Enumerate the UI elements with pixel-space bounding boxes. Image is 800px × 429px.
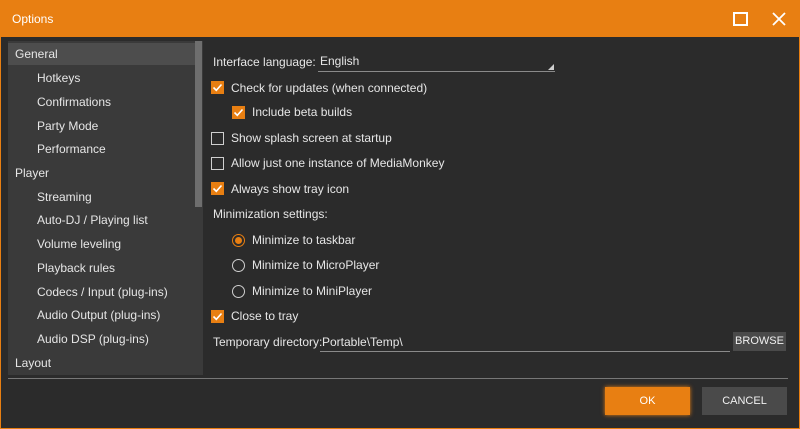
sidebar-item-audio-output[interactable]: Audio Output (plug-ins)	[8, 304, 195, 326]
sidebar-item-layout[interactable]: Layout	[8, 352, 195, 374]
check-updates-checkbox[interactable]	[211, 81, 224, 94]
tray-icon-checkbox[interactable]	[211, 182, 224, 195]
options-dialog: Options General Hotkeys Confirmations Pa…	[0, 0, 800, 429]
minimize-microplayer-label[interactable]: Minimize to MicroPlayer	[252, 255, 379, 275]
splash-checkbox[interactable]	[211, 132, 224, 145]
close-icon[interactable]	[769, 9, 789, 29]
splash-label[interactable]: Show splash screen at startup	[231, 128, 392, 148]
options-sidebar: General Hotkeys Confirmations Party Mode…	[8, 41, 203, 375]
sidebar-item-volume-leveling[interactable]: Volume leveling	[8, 233, 195, 255]
footer-divider	[8, 378, 788, 379]
include-beta-label[interactable]: Include beta builds	[252, 102, 352, 122]
minimize-miniplayer-label[interactable]: Minimize to MiniPlayer	[252, 281, 372, 301]
sidebar-scrollbar[interactable]	[195, 41, 202, 207]
temp-dir-value: Portable\Temp\	[322, 335, 403, 349]
minimize-miniplayer-radio[interactable]	[232, 285, 245, 298]
single-instance-checkbox[interactable]	[211, 157, 224, 170]
language-label: Interface language:	[213, 55, 316, 69]
ok-button[interactable]: OK	[605, 387, 690, 415]
language-value: English	[320, 54, 360, 68]
check-updates-label[interactable]: Check for updates (when connected)	[231, 78, 427, 98]
minimization-label: Minimization settings:	[213, 207, 328, 221]
include-beta-checkbox[interactable]	[232, 106, 245, 119]
single-instance-label[interactable]: Allow just one instance of MediaMonkey	[231, 153, 444, 173]
title-bar: Options	[1, 1, 799, 37]
sidebar-item-confirmations[interactable]: Confirmations	[8, 91, 195, 113]
sidebar-item-codecs[interactable]: Codecs / Input (plug-ins)	[8, 281, 195, 303]
language-select[interactable]: English	[318, 52, 555, 72]
cancel-button[interactable]: CANCEL	[702, 387, 787, 415]
sidebar-item-performance[interactable]: Performance	[8, 138, 195, 160]
minimize-microplayer-radio[interactable]	[232, 259, 245, 272]
temp-dir-input[interactable]: Portable\Temp\	[320, 333, 730, 352]
sidebar-item-playback-rules[interactable]: Playback rules	[8, 257, 195, 279]
sidebar-item-player[interactable]: Player	[8, 162, 195, 184]
minimize-taskbar-radio[interactable]	[232, 234, 245, 247]
window-title: Options	[12, 12, 54, 26]
minimize-taskbar-label[interactable]: Minimize to taskbar	[252, 230, 355, 250]
sidebar-item-auto-dj[interactable]: Auto-DJ / Playing list	[8, 209, 195, 231]
sidebar-item-streaming[interactable]: Streaming	[8, 186, 195, 208]
browse-button[interactable]: BROWSE	[733, 332, 786, 351]
maximize-icon[interactable]	[731, 9, 751, 29]
close-to-tray-checkbox[interactable]	[211, 310, 224, 323]
temp-dir-label: Temporary directory:	[213, 335, 323, 349]
sidebar-item-audio-dsp[interactable]: Audio DSP (plug-ins)	[8, 328, 195, 350]
general-settings-panel: Interface language: English Check for up…	[211, 41, 796, 375]
sidebar-item-hotkeys[interactable]: Hotkeys	[8, 67, 195, 89]
close-to-tray-label[interactable]: Close to tray	[231, 306, 298, 326]
dropdown-arrow-icon	[548, 64, 554, 70]
tray-icon-label[interactable]: Always show tray icon	[231, 179, 349, 199]
sidebar-item-party-mode[interactable]: Party Mode	[8, 115, 195, 137]
sidebar-item-general[interactable]: General	[8, 43, 195, 65]
